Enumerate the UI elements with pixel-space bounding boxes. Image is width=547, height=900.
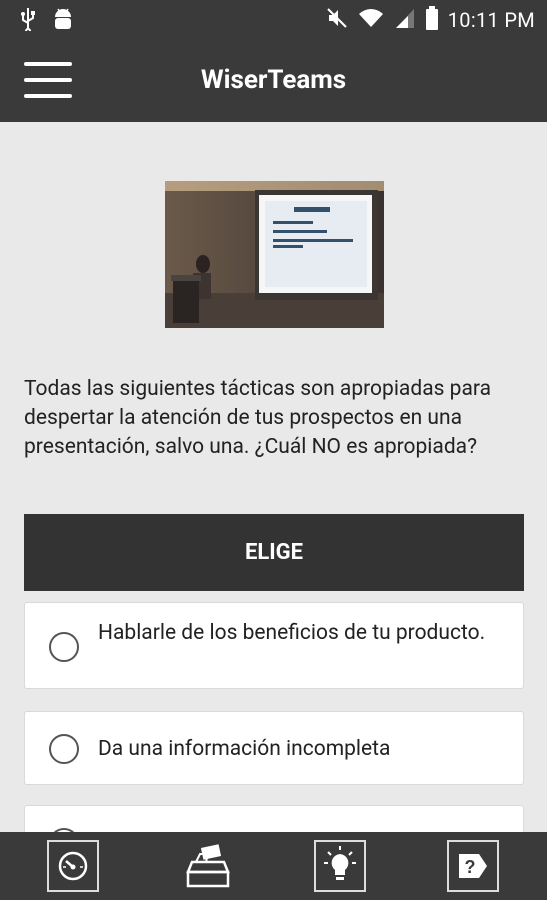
bottom-nav: ?	[0, 832, 547, 900]
mute-icon	[326, 7, 348, 33]
app-title: WiserTeams	[200, 65, 347, 95]
answer-option-label: Da una información incompleta	[98, 737, 391, 761]
nav-dashboard[interactable]	[47, 840, 99, 892]
radio-button[interactable]	[49, 734, 79, 764]
answer-option-3[interactable]	[24, 805, 524, 832]
answer-option-label: Hablarle de los beneficios de tu product…	[98, 621, 486, 645]
choose-header: ELIGE	[24, 514, 524, 591]
android-debug-icon	[52, 7, 74, 35]
status-bar: 10:11 PM	[0, 0, 547, 40]
nav-ideas[interactable]	[314, 840, 366, 892]
svg-text:?: ?	[465, 857, 476, 877]
usb-icon	[20, 7, 36, 35]
app-bar: WiserTeams	[0, 40, 547, 122]
status-left-icons	[20, 7, 74, 35]
question-content: Todas las siguientes tácticas son apropi…	[0, 122, 547, 832]
wifi-icon	[358, 7, 384, 33]
battery-icon	[425, 6, 438, 34]
answer-option-1[interactable]: Hablarle de los beneficios de tu product…	[24, 602, 524, 689]
status-right-icons: 10:11 PM	[326, 6, 535, 34]
status-time: 10:11 PM	[447, 8, 535, 32]
question-image	[165, 181, 384, 328]
question-text: Todas las siguientes tácticas son apropi…	[24, 377, 492, 459]
signal-icon	[394, 7, 416, 33]
answer-option-2[interactable]: Da una información incompleta	[24, 711, 524, 785]
nav-voting[interactable]	[180, 840, 236, 892]
radio-button[interactable]	[49, 632, 79, 662]
nav-questions[interactable]: ?	[447, 840, 499, 892]
